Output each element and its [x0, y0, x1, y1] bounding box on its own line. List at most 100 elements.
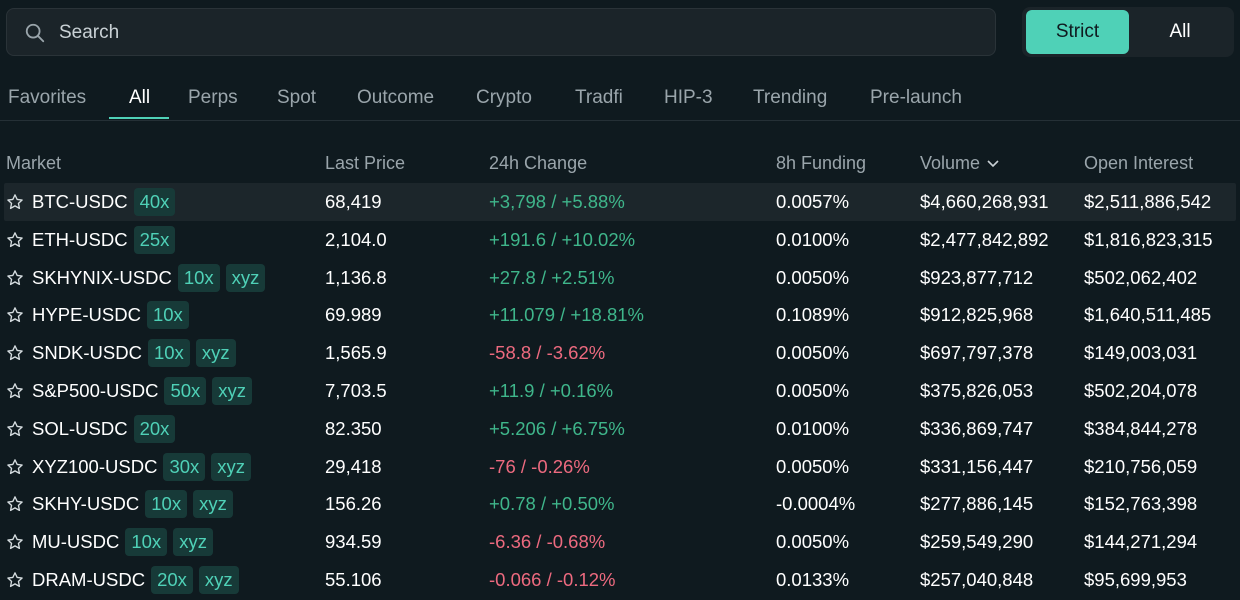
market-cell: S&P500-USDC 50x xyz — [32, 372, 253, 410]
8h-funding: 0.0100% — [776, 228, 850, 250]
last-price: 156.26 — [325, 493, 382, 515]
chevron-down-icon — [987, 160, 999, 168]
table-row[interactable]: ETH-USDC 25x 2,104.0 +191.6 / +10.02% 0.0100… — [4, 221, 1236, 259]
star-icon[interactable] — [6, 533, 24, 551]
last-price: 934.59 — [325, 531, 382, 553]
table-row[interactable]: SOL-USDC 20x 82.350 +5.206 / +6.75% 0.0100% $… — [4, 410, 1236, 448]
leverage-badge: 10x — [145, 490, 188, 519]
market-cell: SOL-USDC 20x — [32, 410, 176, 448]
tab-trending[interactable]: Trending — [753, 87, 827, 109]
all-button[interactable]: All — [1130, 10, 1230, 54]
24h-change: -76 / -0.26% — [489, 455, 590, 477]
8h-funding: 0.0050% — [776, 342, 850, 364]
star-icon[interactable] — [6, 344, 24, 362]
star-icon[interactable] — [6, 231, 24, 249]
column-header-market[interactable]: Market — [6, 153, 61, 174]
table-header: Market Last Price 24h Change 8h Funding … — [0, 150, 1240, 178]
volume: $277,886,145 — [920, 493, 1034, 515]
market-tabs: Favorites All Perps Spot Outcome Crypto … — [0, 80, 1240, 121]
table-row[interactable]: SNDK-USDC 10x xyz 1,565.9 -58.8 / -3.62% 0.00… — [4, 334, 1236, 372]
tab-perps[interactable]: Perps — [188, 87, 238, 109]
column-header-last-price[interactable]: Last Price — [325, 153, 405, 174]
market-name: SKHY-USDC — [32, 493, 140, 515]
market-cell: SKHY-USDC 10x xyz — [32, 485, 233, 523]
last-price: 69.989 — [325, 304, 382, 326]
column-header-open-interest[interactable]: Open Interest — [1084, 153, 1193, 174]
last-price: 82.350 — [325, 417, 382, 439]
table-row[interactable]: DRAM-USDC 20x xyz 55.106 -0.066 / -0.12% 0.01… — [4, 561, 1236, 599]
last-price: 29,418 — [325, 455, 382, 477]
column-header-volume[interactable]: Volume — [920, 153, 1000, 174]
8h-funding: 0.0050% — [776, 455, 850, 477]
market-cell: BTC-USDC 40x — [32, 183, 176, 221]
8h-funding: 0.0050% — [776, 531, 850, 553]
last-price: 1,136.8 — [325, 266, 387, 288]
last-price: 2,104.0 — [325, 228, 387, 250]
volume: $375,826,053 — [920, 380, 1034, 401]
volume: $923,877,712 — [920, 266, 1034, 288]
volume: $697,797,378 — [920, 342, 1034, 364]
tab-outcome[interactable]: Outcome — [357, 87, 434, 109]
table-row[interactable]: XYZ100-USDC 30x xyz 29,418 -76 / -0.26% 0.005… — [4, 448, 1236, 486]
last-price: 7,703.5 — [325, 380, 387, 401]
market-cell: HYPE-USDC 10x — [32, 296, 189, 334]
last-price: 1,565.9 — [325, 342, 387, 364]
volume: $4,660,268,931 — [920, 191, 1049, 212]
volume: $912,825,968 — [920, 304, 1034, 326]
open-interest: $502,062,402 — [1084, 266, 1198, 288]
tab-all[interactable]: All — [129, 87, 150, 109]
active-tab-indicator — [109, 117, 169, 119]
market-name: SNDK-USDC — [32, 342, 142, 364]
leverage-badge: 50x — [164, 377, 207, 405]
table-row[interactable]: SKHY-USDC 10x xyz 156.26 +0.78 / +0.50% -0.00… — [4, 485, 1236, 523]
market-cell: DRAM-USDC 20x xyz — [32, 561, 239, 599]
table-row[interactable]: MU-USDC 10x xyz 934.59 -6.36 / -0.68% 0.0050%… — [4, 523, 1236, 561]
star-icon[interactable] — [6, 269, 24, 287]
open-interest: $502,204,078 — [1084, 380, 1198, 401]
search-input[interactable] — [57, 9, 961, 57]
column-header-8h-funding[interactable]: 8h Funding — [776, 153, 866, 174]
tab-spot[interactable]: Spot — [277, 87, 316, 109]
8h-funding: 0.0057% — [776, 191, 850, 212]
tab-pre-launch[interactable]: Pre-launch — [870, 87, 962, 109]
open-interest: $2,511,886,542 — [1084, 191, 1212, 212]
table-row[interactable]: BTC-USDC 40x 68,419 +3,798 / +5.88% 0.0057% $… — [4, 183, 1236, 221]
24h-change: +0.78 / +0.50% — [489, 493, 615, 515]
table-row[interactable]: S&P500-USDC 50x xyz 7,703.5 +11.9 / +0.16% 0.… — [4, 372, 1236, 410]
top-bar: Strict All — [0, 0, 1240, 64]
search-box[interactable] — [6, 8, 996, 57]
table-row[interactable]: HYPE-USDC 10x 69.989 +11.079 / +18.81% 0.108… — [4, 296, 1236, 334]
24h-change: +11.9 / +0.16% — [489, 380, 614, 401]
market-name: SOL-USDC — [32, 417, 128, 439]
volume: $257,040,848 — [920, 569, 1034, 590]
8h-funding: 0.1089% — [776, 304, 850, 326]
leverage-badge: 20x — [133, 414, 176, 443]
star-icon[interactable] — [6, 193, 24, 211]
star-icon[interactable] — [6, 571, 24, 589]
column-header-24h-change[interactable]: 24h Change — [489, 153, 587, 174]
star-icon[interactable] — [6, 306, 24, 324]
market-name: S&P500-USDC — [32, 380, 159, 401]
open-interest: $95,699,953 — [1084, 569, 1187, 590]
star-icon[interactable] — [6, 495, 24, 513]
tab-crypto[interactable]: Crypto — [476, 87, 532, 109]
8h-funding: -0.0004% — [776, 493, 856, 515]
market-cell: SKHYNIX-USDC 10x xyz — [32, 259, 266, 297]
volume: $331,156,447 — [920, 455, 1034, 477]
tab-tradfi[interactable]: Tradfi — [575, 87, 623, 109]
volume: $2,477,842,892 — [920, 228, 1049, 250]
star-icon[interactable] — [6, 420, 24, 438]
leverage-badge: 30x — [163, 452, 206, 481]
strict-button[interactable]: Strict — [1026, 10, 1129, 54]
star-icon[interactable] — [6, 382, 24, 400]
dex-tag-badge: xyz — [195, 339, 236, 368]
tab-hip-3[interactable]: HIP-3 — [664, 87, 713, 109]
table-row[interactable]: SKHYNIX-USDC 10x xyz 1,136.8 +27.8 / +2.51% 0… — [4, 259, 1236, 297]
24h-change: -6.36 / -0.68% — [489, 531, 606, 553]
leverage-badge: 10x — [146, 301, 189, 330]
star-icon[interactable] — [6, 458, 24, 476]
market-name: SKHYNIX-USDC — [32, 266, 172, 288]
tab-favorites[interactable]: Favorites — [8, 87, 86, 109]
8h-funding: 0.0050% — [776, 266, 850, 288]
24h-change: +191.6 / +10.02% — [489, 228, 636, 250]
